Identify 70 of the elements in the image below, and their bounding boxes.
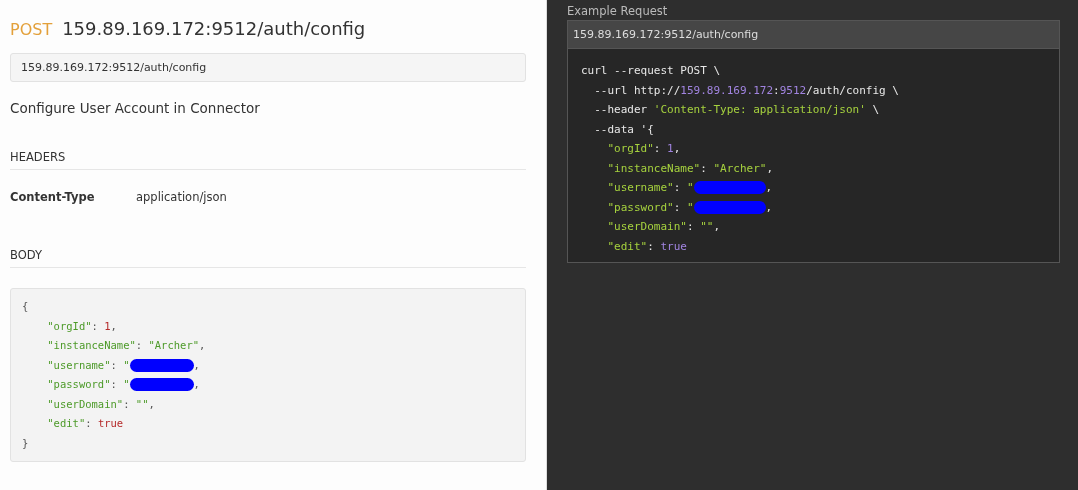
code-text: : bbox=[653, 142, 662, 156]
code-text: \ bbox=[871, 103, 880, 117]
code-text: : bbox=[673, 181, 682, 195]
code-punctuation: , bbox=[193, 377, 200, 392]
code-punctuation: : bbox=[110, 357, 118, 373]
code-punctuation: : bbox=[110, 377, 118, 392]
code-key: "userDomain" bbox=[22, 394, 124, 414]
code-string: "orgId" bbox=[606, 142, 654, 156]
header-name: Content-Type bbox=[10, 190, 96, 204]
code-punctuation: : bbox=[123, 396, 131, 412]
code-string: "Archer" bbox=[148, 338, 200, 353]
code-string: "" bbox=[135, 396, 149, 412]
code-string: "" bbox=[700, 220, 714, 234]
code-punctuation: { bbox=[22, 299, 29, 314]
code-text: : bbox=[700, 161, 708, 175]
redaction-mark bbox=[129, 358, 194, 372]
code-text: , bbox=[713, 220, 721, 234]
code-punctuation: : bbox=[135, 338, 144, 353]
panel-title: Example Request bbox=[567, 4, 669, 18]
code-string: " bbox=[123, 357, 130, 373]
code-punctuation: , bbox=[148, 396, 155, 412]
code-text: curl --request POST \ bbox=[581, 64, 721, 78]
code-string: "username" bbox=[606, 181, 674, 195]
code-value: 9512 bbox=[779, 83, 807, 97]
code-key: "edit" bbox=[22, 414, 86, 434]
code-string: "Archer" bbox=[713, 161, 767, 175]
code-key: "instanceName" bbox=[22, 336, 136, 356]
code-text: : bbox=[773, 83, 780, 97]
code-punctuation: , bbox=[199, 338, 206, 353]
request-url-bar: 159.89.169.172:9512/auth/config bbox=[568, 21, 1059, 49]
code-string: " bbox=[123, 377, 130, 392]
code-punctuation: } bbox=[22, 435, 29, 451]
code-text: , bbox=[765, 181, 773, 195]
endpoint-path: 159.89.169.172:9512/auth/config bbox=[62, 18, 366, 39]
code-text: , bbox=[765, 200, 773, 214]
code-string: " bbox=[686, 200, 694, 214]
code-punctuation: , bbox=[110, 318, 117, 334]
code-text: : bbox=[673, 200, 682, 214]
http-method: POST bbox=[10, 20, 53, 39]
redaction-mark bbox=[129, 378, 194, 392]
code-key: "password" bbox=[22, 375, 111, 395]
code-text: --url http:// bbox=[593, 83, 681, 97]
header-value: application/json bbox=[136, 190, 227, 204]
code-value: 1 bbox=[104, 318, 111, 334]
url-field: 159.89.169.172:9512/auth/config bbox=[10, 53, 526, 82]
code-text: : bbox=[647, 239, 655, 253]
code-text: , bbox=[766, 161, 774, 175]
code-string: " bbox=[686, 181, 694, 195]
code-punctuation: , bbox=[193, 357, 200, 373]
code-key: "orgId" bbox=[22, 316, 92, 336]
endpoint-description: Configure User Account in Connector bbox=[10, 100, 261, 116]
code-text: , bbox=[673, 142, 681, 156]
code-text: /auth/config \ bbox=[806, 83, 899, 97]
code-text: : bbox=[686, 220, 695, 234]
code-key: "username" bbox=[22, 355, 111, 375]
code-punctuation: : bbox=[85, 416, 93, 431]
code-value: true bbox=[660, 239, 687, 253]
code-string: "password" bbox=[606, 200, 674, 214]
code-string: 'Content-Type: application/json' bbox=[653, 103, 866, 117]
code-string: "instanceName" bbox=[606, 161, 701, 175]
code-text: --data '{ bbox=[593, 122, 654, 136]
code-punctuation: : bbox=[91, 318, 99, 334]
code-string: "edit" bbox=[606, 239, 648, 253]
section-heading: BODY bbox=[10, 248, 526, 268]
code-value: true bbox=[97, 416, 124, 431]
section-heading: HEADERS bbox=[10, 150, 526, 170]
code-text: --header bbox=[593, 103, 649, 117]
code-value: 159.89.169.172 bbox=[680, 83, 774, 97]
code-string: "userDomain" bbox=[606, 220, 687, 234]
code-value: 1 bbox=[667, 142, 674, 156]
